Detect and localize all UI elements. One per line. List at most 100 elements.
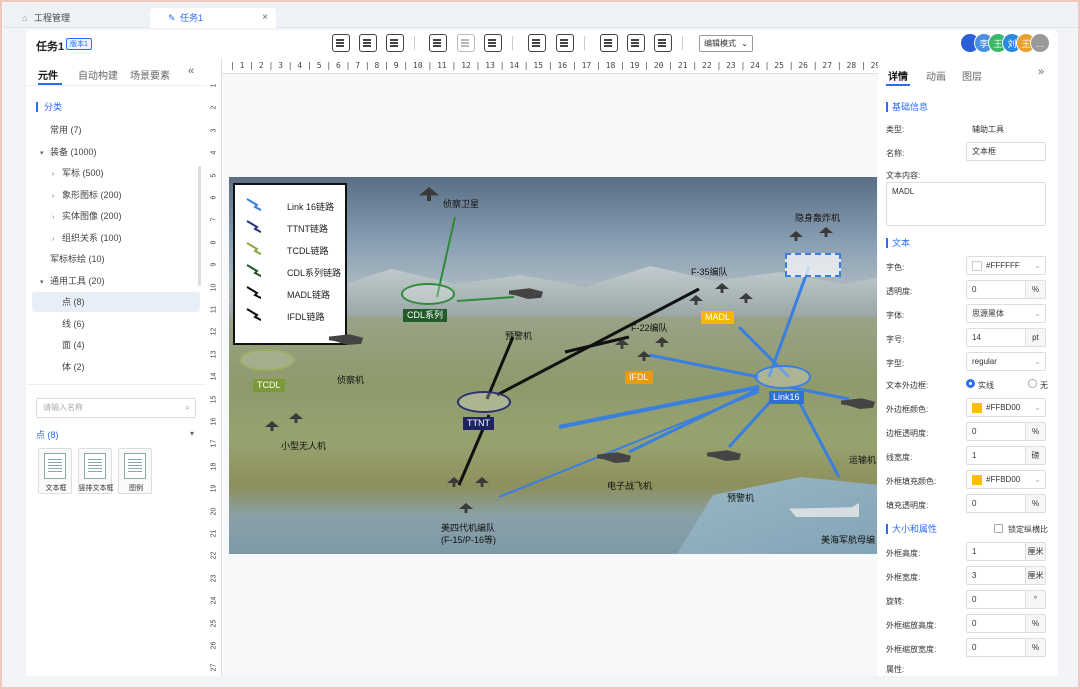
tab-project-management[interactable]: ⌂ 工程管理: [4, 8, 150, 28]
link16-node-label[interactable]: Link16: [769, 391, 804, 404]
version-badge[interactable]: 版本1: [66, 38, 92, 50]
tab-auto-build[interactable]: 自动构建: [78, 67, 118, 82]
content-textarea[interactable]: MADL: [886, 182, 1046, 226]
asset-vertical-text-box[interactable]: 竖排文本框: [78, 448, 114, 494]
width-label: 外框宽度:: [886, 573, 921, 582]
tree-item[interactable]: ▾ 通用工具 (20): [32, 271, 200, 291]
tab-layers[interactable]: 图层: [962, 68, 982, 83]
width-input[interactable]: 3 厘米: [966, 566, 1046, 585]
expand-icon[interactable]: »: [1038, 66, 1044, 78]
opacity-input[interactable]: 0 %: [966, 280, 1046, 299]
scale-width-input[interactable]: 0 %: [966, 638, 1046, 657]
new-document-icon[interactable]: [332, 34, 350, 52]
network-diagram-scene[interactable]: Link 16链路 TTNT链路 TCDL链路 CDL系列链路 MADL链路 IFDL链路…: [229, 177, 877, 554]
tree-item[interactable]: 线 (6): [32, 314, 200, 334]
chevron-down-icon[interactable]: ▾: [190, 429, 194, 438]
save-icon[interactable]: [627, 34, 645, 52]
font-size-input[interactable]: 14 pt: [966, 328, 1046, 347]
task-title: 任务1: [36, 41, 65, 53]
tcdl-node-ring[interactable]: [239, 349, 295, 371]
line-width-input[interactable]: 1 磅: [966, 446, 1046, 465]
border-opacity-input[interactable]: 0 %: [966, 422, 1046, 441]
tree-item[interactable]: › 军标 (500): [32, 163, 200, 183]
transport-label: 运输机: [849, 455, 877, 465]
ttnt-node-ring[interactable]: [457, 391, 511, 413]
canvas-area[interactable]: | 1 | 2 | 3 | 4 | 5 | 6 | 7 | 8 | 9 | 10…: [206, 58, 878, 676]
legend-label: TTNT链路: [287, 224, 328, 234]
ifdl-node-label[interactable]: IFDL: [625, 371, 653, 384]
upload-icon[interactable]: [600, 34, 618, 52]
ttnt-node-label[interactable]: TTNT: [463, 417, 494, 430]
madl-node-label[interactable]: MADL: [701, 311, 735, 324]
tcdl-node-label[interactable]: TCDL: [253, 379, 285, 392]
ew-label: 电子战飞机: [607, 481, 653, 491]
search-input[interactable]: 请输入名称 ⌕: [36, 398, 196, 418]
chevron-down-icon: ⌄: [1034, 261, 1041, 270]
fullscreen-icon[interactable]: [654, 34, 672, 52]
collapse-icon[interactable]: «: [188, 65, 194, 77]
chevron-icon[interactable]: ›: [52, 230, 62, 250]
tree-item[interactable]: › 实体图像 (200): [32, 206, 200, 226]
tree-item[interactable]: › 象形图标 (200): [32, 185, 200, 205]
size-section-title: 大小和属性: [886, 524, 937, 534]
name-input[interactable]: 文本框: [966, 142, 1046, 161]
cdl-node-label[interactable]: CDL系列: [403, 309, 448, 322]
tree-item[interactable]: 点 (8): [32, 292, 200, 312]
edit-icon: ✎: [168, 13, 176, 23]
font-color-picker[interactable]: #FFFFFF ⌄: [966, 256, 1046, 275]
tab-components[interactable]: 元件: [38, 67, 58, 82]
home-style-icon[interactable]: [429, 34, 447, 52]
chevron-icon[interactable]: ›: [52, 187, 62, 207]
unit: 磅: [1025, 447, 1045, 464]
chevron-icon[interactable]: ›: [52, 208, 62, 228]
avatar[interactable]: …: [1030, 33, 1050, 53]
tab-animation[interactable]: 动画: [926, 68, 946, 83]
cdl-node-ring[interactable]: [401, 283, 455, 305]
export-frame-icon[interactable]: [484, 34, 502, 52]
close-icon[interactable]: ×: [262, 8, 268, 28]
tab-label: 任务1: [180, 13, 204, 23]
ruler-tick-label: 24: [210, 596, 218, 605]
tab-scene-elements[interactable]: 场景要素: [130, 67, 170, 82]
line-width-label: 线宽度:: [886, 453, 913, 462]
tree-item[interactable]: 军标标绘 (10): [32, 249, 200, 269]
link16-node-ring[interactable]: [755, 365, 811, 389]
tree-item[interactable]: ▾ 装备 (1000): [32, 142, 200, 162]
tree-scrollbar[interactable]: [198, 166, 201, 286]
font-size-label: 字号:: [886, 335, 905, 344]
template-icon[interactable]: [359, 34, 377, 52]
tree-item[interactable]: 体 (2): [32, 357, 200, 377]
tree-item-label: 通用工具 (20): [50, 275, 105, 286]
stealth-bomber-group[interactable]: [785, 253, 841, 277]
chevron-icon[interactable]: ›: [52, 165, 62, 185]
chevron-icon[interactable]: ▾: [40, 273, 50, 293]
fill-color-picker[interactable]: #FFBD00 ⌄: [966, 470, 1046, 489]
asset-text-box[interactable]: 文本框: [38, 448, 72, 494]
border-solid-radio[interactable]: [966, 379, 975, 388]
lock-aspect-checkbox[interactable]: [994, 524, 1003, 533]
tab-task1[interactable]: ✎ 任务1 ×: [150, 8, 276, 28]
redo-icon[interactable]: [556, 34, 574, 52]
home-style-disabled-icon[interactable]: [457, 34, 475, 52]
rotate-input[interactable]: 0 °: [966, 590, 1046, 609]
mode-select[interactable]: 编辑模式 ⌄: [699, 35, 753, 52]
font-family-select[interactable]: 思源黑体 ⌄: [966, 304, 1046, 323]
width-value: 3: [972, 571, 977, 580]
tree-item[interactable]: 面 (4): [32, 335, 200, 355]
tree-item[interactable]: › 组织关系 (100): [32, 228, 200, 248]
chevron-icon[interactable]: ▾: [40, 144, 50, 164]
asset-legend[interactable]: 图例: [118, 448, 152, 494]
font-weight-select[interactable]: regular ⌄: [966, 352, 1046, 371]
component-panel: 元件 自动构建 场景要素 « 分类 常用 (7) ▾ 装备 (1000) › 军标 (5…: [26, 58, 206, 676]
height-input[interactable]: 1 厘米: [966, 542, 1046, 561]
fill-opacity-input[interactable]: 0 %: [966, 494, 1046, 513]
legend-box[interactable]: Link 16链路 TTNT链路 TCDL链路 CDL系列链路 MADL链路 IFDL链路: [233, 183, 347, 345]
scale-height-input[interactable]: 0 %: [966, 614, 1046, 633]
image-icon[interactable]: [386, 34, 404, 52]
border-none-radio[interactable]: [1028, 379, 1037, 388]
tree-item[interactable]: 常用 (7): [32, 120, 200, 140]
border-color-picker[interactable]: #FFBD00 ⌄: [966, 398, 1046, 417]
tab-details[interactable]: 详情: [888, 68, 908, 83]
scale-height-label: 外框缩放高度:: [886, 621, 937, 630]
undo-icon[interactable]: [528, 34, 546, 52]
